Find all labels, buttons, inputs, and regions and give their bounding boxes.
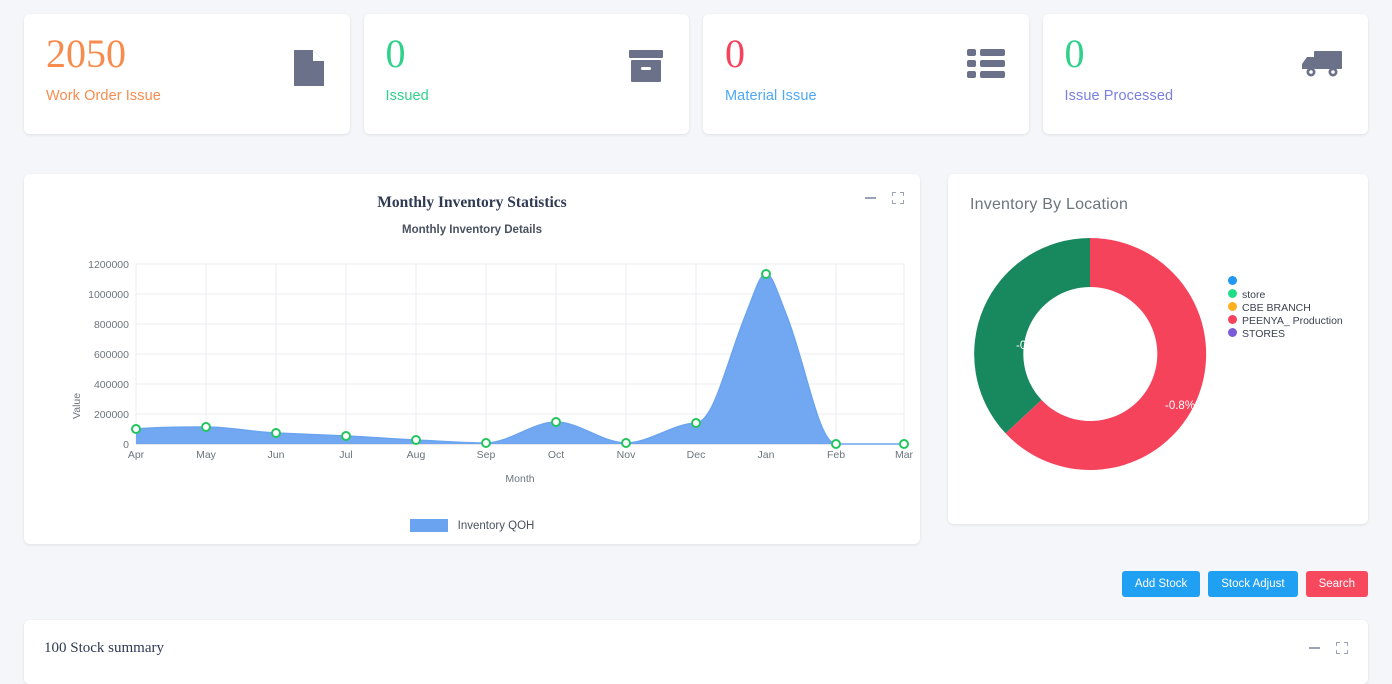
stat-value: 0 bbox=[1064, 31, 1085, 76]
dashboard-page: 2050 Work Order Issue 0 Issued 0 Materia… bbox=[0, 0, 1392, 684]
donut-chart: -0.4% -0.8% store CBE BRANCH PEENYA_ Pro… bbox=[948, 218, 1368, 518]
add-stock-button[interactable]: Add Stock bbox=[1121, 571, 1201, 597]
panel-tools bbox=[865, 192, 904, 204]
legend-dot-5[interactable] bbox=[1228, 328, 1237, 337]
archive-box-icon bbox=[627, 48, 665, 84]
svg-text:Dec: Dec bbox=[687, 449, 706, 461]
data-point bbox=[271, 428, 281, 438]
stat-text: 2050 Work Order Issue bbox=[46, 31, 161, 105]
stat-card-material-issue[interactable]: 0 Material Issue bbox=[703, 14, 1029, 134]
data-point bbox=[899, 439, 909, 449]
expand-icon[interactable] bbox=[892, 192, 904, 204]
svg-text:Jan: Jan bbox=[758, 449, 775, 461]
stat-label: Material Issue bbox=[725, 88, 817, 104]
panels-row: Monthly Inventory Statistics Monthly Inv… bbox=[0, 134, 1392, 544]
data-point bbox=[201, 422, 211, 432]
legend-dot-1[interactable] bbox=[1228, 276, 1237, 285]
svg-text:Jul: Jul bbox=[339, 449, 352, 461]
action-buttons: Add Stock Stock Adjust Search bbox=[1121, 571, 1368, 597]
expand-icon[interactable] bbox=[1336, 642, 1348, 654]
inventory-by-location-panel: Inventory By Location -0.4% -0.8% store … bbox=[948, 174, 1368, 524]
data-point bbox=[761, 269, 771, 279]
data-point bbox=[411, 435, 421, 445]
list-blocks-icon bbox=[966, 48, 1005, 80]
donut-label-peenya-production: -0.8% bbox=[1165, 400, 1195, 412]
search-button[interactable]: Search bbox=[1305, 571, 1368, 597]
stat-card-issue-processed[interactable]: 0 Issue Processed bbox=[1042, 14, 1368, 134]
panel-tools bbox=[1309, 642, 1348, 654]
stat-text: 0 Material Issue bbox=[725, 31, 817, 105]
svg-text:Mar: Mar bbox=[895, 449, 914, 461]
donut-label-store: -0.4% bbox=[1016, 340, 1046, 352]
data-point bbox=[341, 431, 351, 441]
stock-summary-panel: 100 Stock summary bbox=[24, 620, 1368, 684]
legend-item-stores[interactable]: STORES bbox=[1242, 328, 1343, 341]
stat-value: 2050 bbox=[46, 31, 126, 76]
chart-canvas: Value 1200000 1000000 800000 600000 4000… bbox=[71, 259, 914, 485]
stat-label: Issue Processed bbox=[1064, 88, 1174, 104]
stat-value: 0 bbox=[725, 31, 745, 76]
panel-title: Monthly Inventory Statistics bbox=[377, 194, 567, 211]
panel-header: Monthly Inventory Statistics bbox=[24, 174, 920, 218]
svg-text:400000: 400000 bbox=[94, 379, 129, 391]
svg-text:600000: 600000 bbox=[94, 349, 129, 361]
svg-text:800000: 800000 bbox=[94, 319, 129, 331]
svg-text:Apr: Apr bbox=[128, 449, 145, 461]
chart-inner-title: Monthly Inventory Details bbox=[402, 224, 542, 236]
stat-text: 0 Issue Processed bbox=[1064, 31, 1174, 105]
svg-text:200000: 200000 bbox=[94, 409, 129, 421]
stats-row: 2050 Work Order Issue 0 Issued 0 Materia… bbox=[0, 0, 1392, 134]
panel-title: Inventory By Location bbox=[970, 196, 1129, 213]
legend-dot-4[interactable] bbox=[1228, 315, 1237, 324]
data-point bbox=[691, 418, 701, 428]
legend-item-store[interactable]: store bbox=[1242, 289, 1343, 302]
truck-icon bbox=[1300, 48, 1344, 80]
minimize-icon[interactable] bbox=[865, 197, 876, 199]
data-point bbox=[621, 438, 631, 448]
minimize-icon[interactable] bbox=[1309, 647, 1320, 649]
legend-label-inventory-qoh: Inventory QOH bbox=[457, 519, 535, 532]
legend-item-cbe-branch[interactable]: CBE BRANCH bbox=[1242, 302, 1343, 315]
donut-slice-store[interactable] bbox=[974, 238, 1090, 434]
donut-canvas: -0.4% -0.8% bbox=[974, 237, 1207, 470]
legend-swatch-inventory-qoh[interactable] bbox=[409, 519, 448, 532]
stat-label: Work Order Issue bbox=[46, 88, 161, 104]
stat-value: 0 bbox=[385, 31, 406, 76]
svg-text:1000000: 1000000 bbox=[88, 289, 129, 301]
stat-label: Issued bbox=[385, 88, 429, 104]
stat-card-issued[interactable]: 0 Issued bbox=[363, 14, 689, 134]
x-axis-title: Month bbox=[505, 473, 534, 485]
legend-label-column: store CBE BRANCH PEENYA_ Production STOR… bbox=[1242, 289, 1343, 341]
monthly-inventory-statistics-panel: Monthly Inventory Statistics Monthly Inv… bbox=[24, 174, 920, 544]
data-point bbox=[481, 438, 491, 448]
stock-adjust-button[interactable]: Stock Adjust bbox=[1208, 571, 1298, 597]
svg-text:Oct: Oct bbox=[548, 449, 564, 461]
svg-text:May: May bbox=[196, 449, 217, 461]
svg-text:Jun: Jun bbox=[268, 449, 285, 461]
svg-text:Feb: Feb bbox=[827, 449, 845, 461]
svg-text:Aug: Aug bbox=[407, 449, 426, 461]
svg-text:Sep: Sep bbox=[477, 449, 496, 461]
area-chart: Monthly Inventory Details Value 1200000 … bbox=[24, 218, 920, 538]
stat-card-work-order-issue[interactable]: 2050 Work Order Issue bbox=[24, 14, 350, 134]
svg-text:1200000: 1200000 bbox=[88, 259, 129, 271]
data-point bbox=[831, 439, 841, 449]
data-point bbox=[131, 424, 141, 434]
legend-dot-column bbox=[1228, 276, 1237, 341]
area-series-inventory-qoh bbox=[136, 274, 904, 444]
svg-text:Nov: Nov bbox=[617, 449, 636, 461]
stock-summary-title: 100 Stock summary bbox=[44, 640, 164, 656]
data-point bbox=[551, 417, 561, 427]
x-axis: Apr May Jun Jul Aug Sep Oct Nov Dec Jan … bbox=[128, 449, 914, 461]
document-icon bbox=[292, 48, 326, 88]
chart-legend: Inventory QOH bbox=[24, 519, 920, 532]
legend-dot-2[interactable] bbox=[1228, 289, 1237, 298]
panel-header: Inventory By Location bbox=[948, 174, 1368, 218]
stat-text: 0 Issued bbox=[385, 31, 429, 105]
legend-dot-3[interactable] bbox=[1228, 302, 1237, 311]
legend-item-peenya-production[interactable]: PEENYA_ Production bbox=[1242, 315, 1343, 328]
y-axis-title: Value bbox=[71, 393, 83, 419]
